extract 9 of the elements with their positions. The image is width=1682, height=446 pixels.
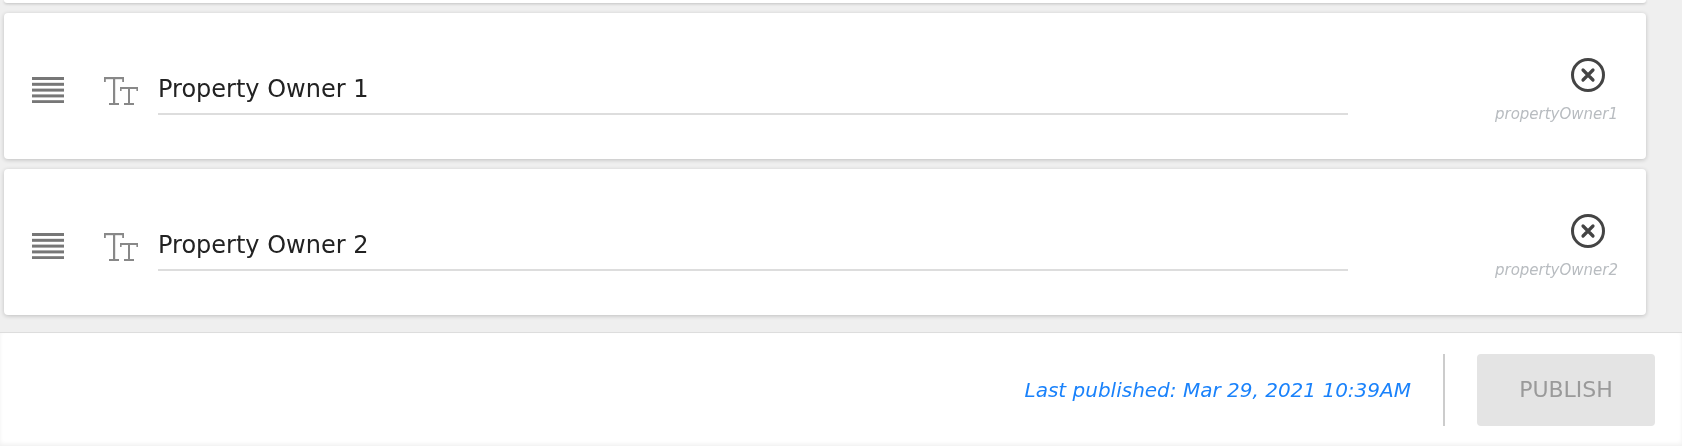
drag-handle-icon[interactable] bbox=[32, 77, 64, 103]
text-type-icon bbox=[104, 231, 140, 263]
close-icon[interactable] bbox=[1570, 213, 1606, 249]
close-icon[interactable] bbox=[1570, 57, 1606, 93]
drag-handle-icon[interactable] bbox=[32, 233, 64, 259]
text-type-icon bbox=[104, 75, 140, 107]
field-key: propertyOwner1 bbox=[1494, 105, 1618, 123]
field-key: propertyOwner2 bbox=[1494, 261, 1618, 279]
last-published-text: Last published: Mar 29, 2021 10:39AM bbox=[1024, 377, 1411, 402]
